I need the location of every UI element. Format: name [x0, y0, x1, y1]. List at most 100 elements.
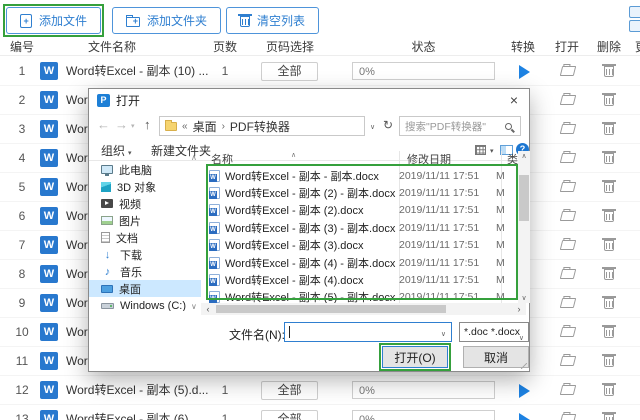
- sidebar-item-icon: [101, 181, 111, 192]
- scroll-up-icon[interactable]: ∧: [518, 152, 530, 160]
- filename-input[interactable]: ∨: [284, 322, 452, 342]
- open-folder-icon[interactable]: [559, 124, 577, 134]
- sidebar-scroll-up-icon[interactable]: ∧: [191, 153, 197, 162]
- back-arrow-icon[interactable]: ←: [97, 117, 110, 132]
- sidebar-item-icon: [101, 199, 113, 208]
- add-folder-button[interactable]: 添加文件夹: [112, 7, 222, 34]
- convert-play-button[interactable]: [519, 65, 530, 79]
- delete-trash-icon[interactable]: [602, 412, 616, 420]
- delete-trash-icon[interactable]: [602, 354, 616, 367]
- breadcrumb-pdf-converter[interactable]: PDF转换器: [230, 118, 290, 135]
- resize-grip[interactable]: [521, 363, 527, 369]
- app-logo-icon: P: [97, 94, 110, 107]
- horizontal-scrollbar[interactable]: ‹ ›: [201, 303, 526, 315]
- open-folder-icon[interactable]: [559, 95, 577, 105]
- delete-trash-icon[interactable]: [602, 238, 616, 251]
- sidebar-item[interactable]: 图片: [89, 212, 201, 229]
- file-list-item[interactable]: Word转Excel - 副本 (4) - 副本.docx 2019/11/11…: [201, 254, 530, 271]
- sidebar-item[interactable]: ↓ 下载: [89, 246, 201, 263]
- open-folder-icon[interactable]: [559, 153, 577, 163]
- page-select-button[interactable]: 全部: [261, 410, 318, 420]
- file-list-item[interactable]: Word转Excel - 副本 (2).docx 2019/11/11 17:5…: [201, 202, 530, 219]
- sidebar-scroll-down-icon[interactable]: ∨: [191, 302, 197, 311]
- sidebar-item[interactable]: 3D 对象: [89, 178, 201, 195]
- convert-play-button[interactable]: [519, 413, 530, 420]
- filename-dropdown-icon[interactable]: ∨: [441, 330, 446, 338]
- page-select-button[interactable]: 全部: [261, 62, 318, 81]
- refresh-icon[interactable]: ↻: [383, 118, 393, 132]
- organize-menu[interactable]: 组织 ▾: [101, 142, 132, 159]
- cancel-button[interactable]: 取消: [463, 346, 529, 368]
- delete-trash-icon[interactable]: [602, 325, 616, 338]
- sidebar-item[interactable]: Windows (C:): [89, 297, 201, 311]
- col-header-delete: 删除: [596, 40, 621, 54]
- delete-trash-icon[interactable]: [602, 209, 616, 222]
- delete-trash-icon[interactable]: [602, 267, 616, 280]
- word-file-icon: W: [40, 91, 58, 109]
- sidebar-item[interactable]: 文档: [89, 229, 201, 246]
- file-date-modified: 2019/11/11 17:51: [399, 291, 480, 304]
- address-dropdown-icon[interactable]: ∨: [370, 123, 375, 131]
- open-folder-icon[interactable]: [559, 66, 577, 76]
- file-list-item[interactable]: Word转Excel - 副本 (4).docx 2019/11/11 17:5…: [201, 271, 530, 288]
- file-type-filter-select[interactable]: *.doc *.docx ∨: [459, 322, 529, 342]
- scroll-left-icon[interactable]: ‹: [202, 303, 214, 315]
- list-col-date[interactable]: 修改日期: [407, 151, 451, 167]
- file-type-clipped: M: [496, 256, 505, 269]
- clipped-button-top[interactable]: [629, 6, 640, 18]
- sidebar-item[interactable]: 视频: [89, 195, 201, 212]
- history-caret-icon[interactable]: ▾: [131, 122, 135, 130]
- open-folder-icon[interactable]: [559, 240, 577, 250]
- breadcrumb[interactable]: « 桌面 › PDF转换器: [159, 116, 365, 136]
- scroll-down-icon[interactable]: ∨: [518, 294, 530, 302]
- file-list-item[interactable]: Word转Excel - 副本 - 副本.docx 2019/11/11 17:…: [201, 167, 530, 184]
- delete-trash-icon[interactable]: [602, 93, 616, 106]
- word-file-icon: W: [40, 120, 58, 138]
- delete-trash-icon[interactable]: [602, 122, 616, 135]
- open-folder-icon[interactable]: [559, 327, 577, 337]
- row-number: 1: [18, 64, 26, 78]
- file-type-clipped: M: [496, 169, 505, 182]
- search-input[interactable]: 搜索"PDF转换器": [399, 116, 521, 136]
- clipped-button-bottom[interactable]: [629, 20, 640, 32]
- delete-trash-icon[interactable]: [602, 296, 616, 309]
- scroll-right-icon[interactable]: ›: [513, 303, 525, 315]
- open-folder-icon[interactable]: [559, 269, 577, 279]
- convert-play-button[interactable]: [519, 384, 530, 398]
- file-list-item[interactable]: Word转Excel - 副本 (2) - 副本.docx 2019/11/11…: [201, 184, 530, 201]
- clear-list-button[interactable]: 清空列表: [226, 7, 320, 34]
- file-list-item[interactable]: Word转Excel - 副本 (3) - 副本.docx 2019/11/11…: [201, 219, 530, 236]
- row-number: 5: [18, 180, 26, 194]
- sidebar-item[interactable]: ♪ 音乐: [89, 263, 201, 280]
- open-folder-icon[interactable]: [559, 182, 577, 192]
- delete-trash-icon[interactable]: [602, 64, 616, 77]
- file-list-item[interactable]: Word转Excel - 副本 (3).docx 2019/11/11 17:5…: [201, 237, 530, 254]
- horizontal-scrollbar-thumb[interactable]: [216, 305, 446, 313]
- sidebar-item-icon: [101, 232, 110, 243]
- open-folder-icon[interactable]: [559, 298, 577, 308]
- list-col-type-clipped[interactable]: 类: [507, 151, 518, 167]
- open-folder-icon[interactable]: [559, 414, 577, 420]
- vertical-scrollbar[interactable]: ∧ ∨: [518, 151, 530, 303]
- file-table-header: 编号 文件名称 页数 页码选择 状态 转换 打开 删除 更: [0, 38, 640, 56]
- list-col-name[interactable]: 名称: [211, 151, 233, 167]
- breadcrumb-desktop[interactable]: 桌面: [193, 118, 217, 135]
- dialog-titlebar[interactable]: P 打开 ×: [89, 89, 529, 113]
- delete-trash-icon[interactable]: [602, 180, 616, 193]
- up-arrow-icon[interactable]: ↑: [144, 117, 151, 132]
- open-folder-icon[interactable]: [559, 385, 577, 395]
- open-folder-icon[interactable]: [559, 211, 577, 221]
- delete-trash-icon[interactable]: [602, 383, 616, 396]
- sidebar-item[interactable]: 此电脑: [89, 161, 201, 178]
- open-folder-icon[interactable]: [559, 356, 577, 366]
- close-icon[interactable]: ×: [499, 89, 529, 113]
- vertical-scrollbar-thumb[interactable]: [519, 175, 529, 221]
- open-button[interactable]: 打开(O): [382, 346, 448, 368]
- file-name: Word转Excel - 副本 - 副本.docx: [225, 170, 379, 183]
- page-select-button[interactable]: 全部: [261, 381, 318, 400]
- forward-arrow-icon[interactable]: →: [115, 117, 128, 132]
- delete-trash-icon[interactable]: [602, 151, 616, 164]
- row-file-name: Word转Excel - 副本 (6)...: [66, 412, 199, 420]
- sidebar-item[interactable]: 桌面: [89, 280, 201, 297]
- add-file-button[interactable]: 添加文件: [6, 7, 102, 34]
